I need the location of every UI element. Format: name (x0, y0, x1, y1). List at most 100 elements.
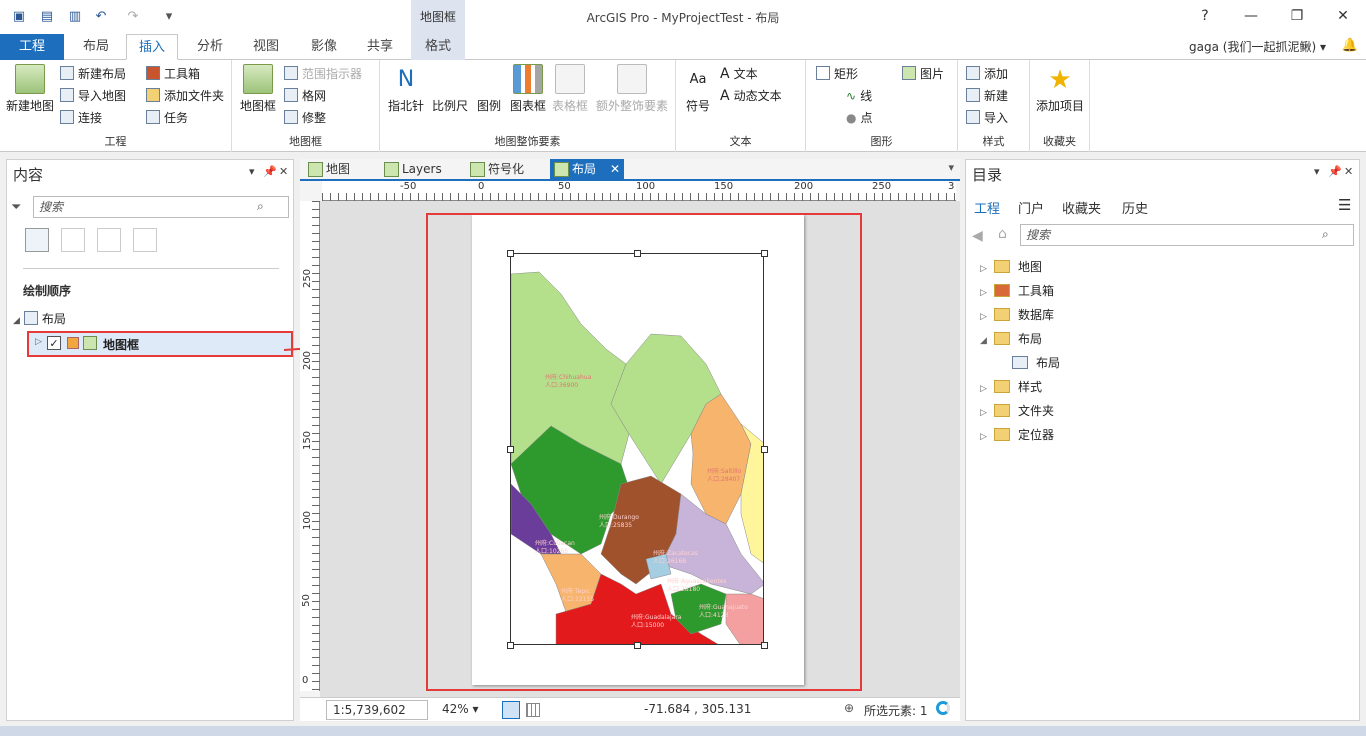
task-button[interactable]: 任务 (146, 108, 188, 128)
toolbox-button[interactable]: 工具箱 (146, 64, 200, 84)
selection-icon[interactable]: ⊕ (844, 701, 854, 715)
layout-tree-node[interactable]: ◢ 布局 (13, 310, 66, 327)
new-layout-button[interactable]: 新建布局 (60, 64, 126, 84)
tab-insert[interactable]: 插入 (126, 34, 178, 60)
pane-menu-icon[interactable]: ▾ (249, 165, 255, 178)
north-arrow-button[interactable]: N 指北针 (386, 64, 426, 114)
help-button[interactable]: ? (1193, 5, 1217, 27)
close-button[interactable]: ✕ (1331, 5, 1355, 27)
expand-arrow-icon[interactable]: ▷ (980, 288, 994, 298)
tab-analysis[interactable]: 分析 (184, 34, 236, 60)
restore-button[interactable]: ❐ (1285, 5, 1309, 27)
catalog-tab-project[interactable]: 工程 (974, 198, 1000, 217)
collapse-arrow-icon[interactable]: ◢ (13, 316, 20, 326)
expand-arrow-icon[interactable]: ▷ (980, 384, 994, 394)
catalog-item-layout[interactable]: 布局 (1012, 354, 1060, 371)
group-map-frames: 地图框 范围指示器 格网 修整 地图框 (232, 60, 380, 152)
home-icon[interactable]: ⌂ (998, 226, 1007, 242)
rectangle-button[interactable]: 矩形 (816, 64, 858, 84)
import-style-button[interactable]: 导入 (966, 108, 1008, 128)
symbol-button[interactable]: Aa 符号 (682, 64, 714, 114)
extent-indicator-button[interactable]: 范围指示器 (284, 64, 362, 84)
ruler-label: 150 (302, 430, 314, 451)
expand-arrow-icon[interactable]: ▷ (980, 264, 994, 274)
catalog-item-toolboxes[interactable]: ▷ 工具箱 (980, 282, 1054, 299)
tab-project[interactable]: 工程 (0, 34, 64, 60)
hamburger-menu-icon[interactable]: ☰ (1338, 196, 1351, 214)
catalog-search-input[interactable]: 搜索 (1020, 224, 1354, 246)
tab-map-view[interactable]: 地图 (304, 159, 374, 179)
pin-icon[interactable]: 📌 (263, 165, 277, 178)
text-button[interactable]: A 文本 (720, 64, 758, 84)
catalog-item-layouts[interactable]: ◢ 布局 (980, 330, 1042, 347)
zoom-select[interactable]: 42% ▾ (442, 702, 479, 716)
tab-layers-view[interactable]: Layers (380, 159, 460, 179)
chart-frame-button[interactable]: 图表框 (508, 64, 548, 114)
list-by-editing-icon[interactable] (133, 228, 157, 252)
tabs-overflow-icon[interactable]: ▾ (948, 161, 954, 174)
add-item-button[interactable]: ★ 添加项目 (1032, 64, 1088, 114)
catalog-tab-portal[interactable]: 门户 (1018, 198, 1044, 217)
extra-surround-button[interactable]: 额外整饰要素 (592, 64, 672, 114)
add-folder-button[interactable]: 添加文件夹 (146, 86, 224, 106)
tab-view[interactable]: 视图 (240, 34, 292, 60)
pin-icon[interactable]: 📌 (1328, 165, 1342, 178)
pane-menu-icon[interactable]: ▾ (1314, 165, 1320, 178)
catalog-tab-history[interactable]: 历史 (1122, 198, 1148, 217)
list-by-drawing-order-icon[interactable] (25, 228, 49, 252)
user-account[interactable]: gaga (我们一起抓泥鳅) ▾ (1189, 34, 1326, 60)
expand-arrow-icon[interactable]: ▷ (980, 408, 994, 418)
picture-button[interactable]: 图片 (902, 64, 944, 84)
map-frame-button[interactable]: 地图框 (238, 64, 278, 114)
trim-button[interactable]: 修整 (284, 108, 326, 128)
new-map-button[interactable]: 新建地图 (4, 64, 56, 114)
ruler-label: 100 (636, 181, 656, 192)
minimize-button[interactable]: — (1239, 5, 1263, 27)
contents-search-input[interactable]: 搜索 (33, 196, 289, 218)
expand-arrow-icon[interactable]: ▷ (35, 337, 42, 347)
new-style-button[interactable]: 新建 (966, 86, 1008, 106)
ruler-label: 250 (872, 181, 892, 192)
expand-arrow-icon[interactable]: ▷ (980, 432, 994, 442)
point-button[interactable]: ● 点 (846, 108, 873, 128)
legend-button[interactable]: 图例 (474, 64, 504, 114)
list-by-source-icon[interactable] (61, 228, 85, 252)
catalog-item-styles[interactable]: ▷ 样式 (980, 378, 1042, 395)
catalog-item-maps[interactable]: ▷ 地图 (980, 258, 1042, 275)
list-by-selection-icon[interactable] (97, 228, 121, 252)
tab-close-icon[interactable]: ✕ (610, 159, 620, 179)
tab-share[interactable]: 共享 (354, 34, 406, 60)
scale-input[interactable]: 1:5,739,602 (326, 700, 428, 720)
tab-symbology-view[interactable]: 符号化 (466, 159, 546, 179)
snap-to-grid-icon[interactable] (502, 701, 520, 719)
collapse-arrow-icon[interactable]: ◢ (980, 336, 994, 346)
refresh-icon[interactable] (936, 701, 950, 715)
pane-close-icon[interactable]: ✕ (279, 165, 288, 178)
scale-bar-button[interactable]: 比例尺 (428, 64, 472, 114)
connect-button[interactable]: 连接 (60, 108, 102, 128)
add-style-button[interactable]: 添加 (966, 64, 1008, 84)
table-frame-button[interactable]: 表格框 (550, 64, 590, 114)
catalog-item-databases[interactable]: ▷ 数据库 (980, 306, 1054, 323)
grid-button[interactable]: 格网 (284, 86, 326, 106)
catalog-tab-favorites[interactable]: 收藏夹 (1062, 198, 1101, 217)
visibility-checkbox[interactable]: ✓ (47, 336, 61, 350)
tab-layout-view[interactable]: 布局 ✕ (550, 159, 624, 179)
line-button[interactable]: ∿ 线 (846, 86, 872, 106)
catalog-item-folders[interactable]: ▷ 文件夹 (980, 402, 1054, 419)
tab-format[interactable]: 格式 (411, 34, 465, 60)
notification-icon[interactable]: 🔔 (1342, 38, 1358, 53)
tab-layout[interactable]: 布局 (70, 34, 122, 60)
grid-icon[interactable] (526, 703, 540, 717)
pane-close-icon[interactable]: ✕ (1344, 165, 1353, 178)
map-frame-tree-node[interactable]: ▷ ✓ 地图框 (27, 331, 293, 357)
tab-imagery[interactable]: 影像 (296, 34, 352, 60)
import-map-button[interactable]: 导入地图 (60, 86, 126, 106)
catalog-item-locators[interactable]: ▷ 定位器 (980, 426, 1054, 443)
dynamic-text-button[interactable]: A 动态文本 (720, 86, 782, 106)
search-icon[interactable]: ⌕ (257, 199, 264, 214)
expand-arrow-icon[interactable]: ▷ (980, 312, 994, 322)
back-icon[interactable]: ◀ (972, 228, 983, 244)
filter-icon[interactable]: ⏷ (11, 200, 21, 215)
search-icon[interactable]: ⌕ (1322, 227, 1329, 242)
